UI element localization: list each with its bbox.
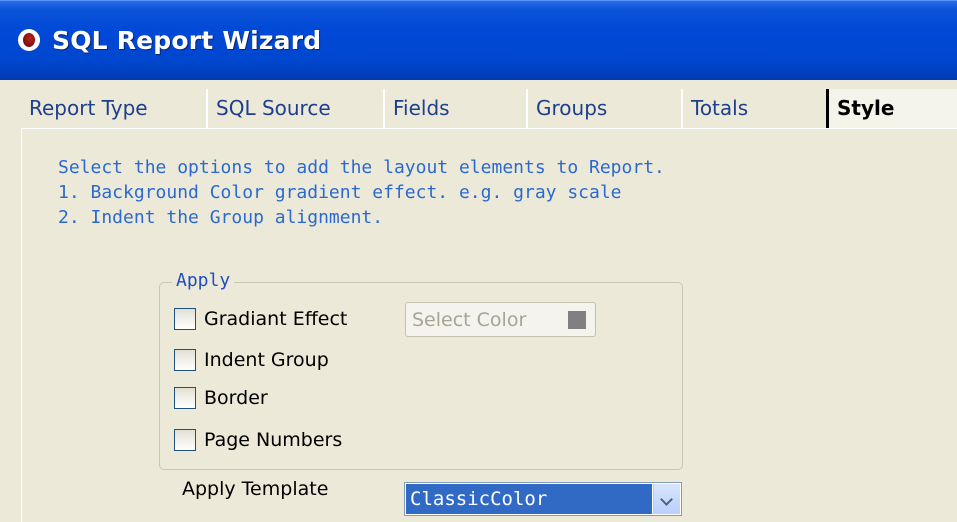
- title-bar[interactable]: SQL Report Wizard: [0, 0, 957, 80]
- page-numbers-option[interactable]: Page Numbers: [174, 427, 342, 453]
- template-select[interactable]: ClassicColor: [404, 482, 682, 516]
- chevron-down-icon[interactable]: [653, 484, 680, 514]
- indent-group-label[interactable]: Indent Group: [204, 349, 329, 371]
- tab-totals[interactable]: Totals: [681, 89, 826, 129]
- gradient-effect-checkbox[interactable]: [174, 308, 196, 330]
- instruction-line: 1. Background Color gradient effect. e.g…: [58, 182, 622, 203]
- instruction-line: Select the options to add the layout ele…: [58, 157, 665, 178]
- app-icon: [18, 29, 40, 51]
- border-checkbox[interactable]: [174, 387, 196, 409]
- indent-group-checkbox[interactable]: [174, 349, 196, 371]
- template-select-value[interactable]: ClassicColor: [406, 484, 652, 514]
- select-color-label: Select Color: [412, 308, 527, 331]
- apply-template-label: Apply Template: [182, 478, 329, 500]
- instruction-line: 2. Indent the Group alignment.: [58, 207, 384, 228]
- window-title: SQL Report Wizard: [52, 26, 322, 55]
- tab-groups[interactable]: Groups: [526, 89, 683, 129]
- select-color-button[interactable]: Select Color: [405, 302, 596, 337]
- tab-report-type[interactable]: Report Type: [21, 89, 205, 129]
- gradient-effect-label[interactable]: Gradiant Effect: [204, 308, 347, 330]
- tab-sql-source[interactable]: SQL Source: [206, 89, 381, 129]
- border-option[interactable]: Border: [174, 385, 268, 411]
- apply-group-legend: Apply: [172, 270, 235, 291]
- tab-strip: Report Type SQL Source Fields Groups Tot…: [21, 81, 957, 129]
- tab-style[interactable]: Style: [826, 89, 957, 129]
- tab-fields[interactable]: Fields: [383, 89, 531, 129]
- page-numbers-checkbox[interactable]: [174, 429, 196, 451]
- gradient-effect-option[interactable]: Gradiant Effect: [174, 306, 347, 332]
- page-numbers-label[interactable]: Page Numbers: [204, 429, 342, 451]
- color-swatch: [568, 311, 586, 329]
- border-label[interactable]: Border: [204, 387, 268, 409]
- instructions: Select the options to add the layout ele…: [58, 155, 665, 230]
- indent-group-option[interactable]: Indent Group: [174, 347, 329, 373]
